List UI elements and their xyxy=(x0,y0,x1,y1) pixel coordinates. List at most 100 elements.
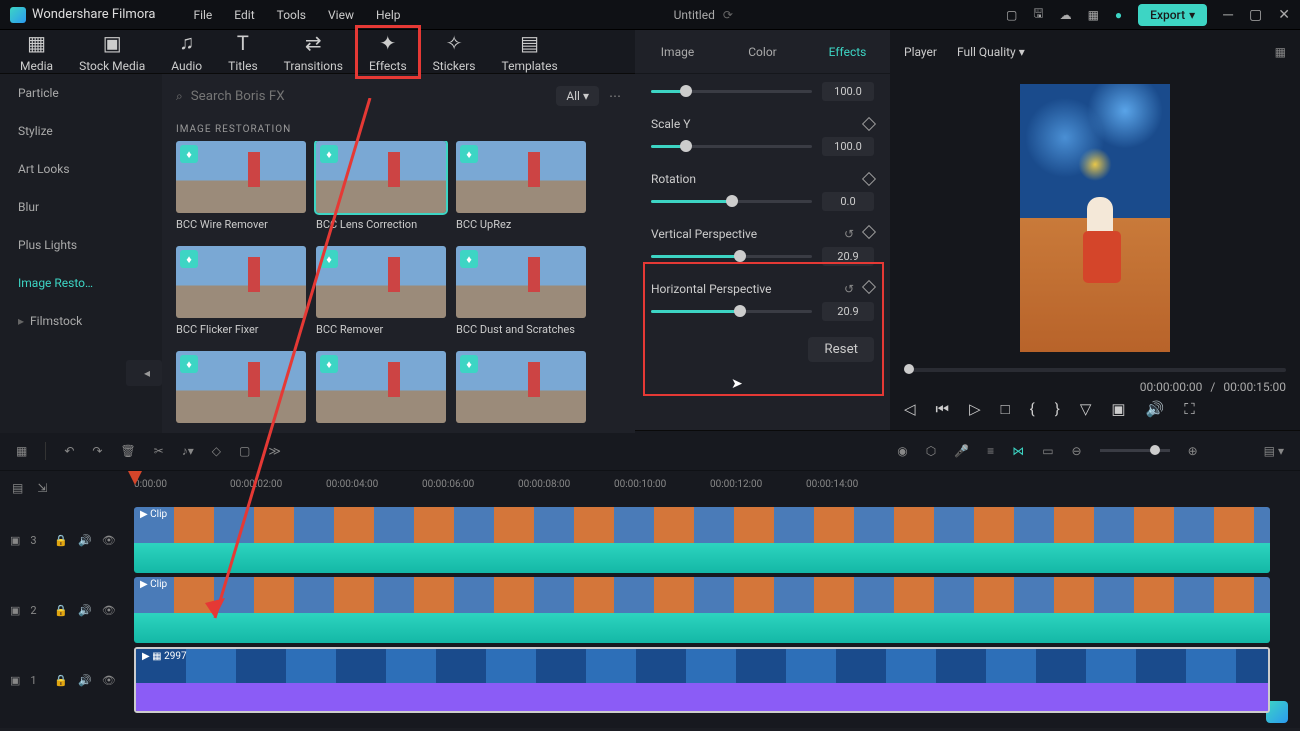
mute-icon[interactable]: 🔊 xyxy=(78,604,92,617)
shield-icon[interactable]: ⬡ xyxy=(926,444,936,458)
close-button[interactable]: ✕ xyxy=(1278,7,1290,23)
camera-icon[interactable]: ▣ xyxy=(1111,400,1125,418)
export-button[interactable]: Export ▾ xyxy=(1138,4,1207,26)
effect-card[interactable]: ♦ xyxy=(176,351,306,433)
keyframe-icon[interactable] xyxy=(862,117,876,131)
prop-value[interactable]: 100.0 xyxy=(822,137,874,156)
mic-icon[interactable]: 🎤 xyxy=(954,444,969,458)
sidebar-item-stylize[interactable]: Stylize xyxy=(0,112,162,150)
snapshot-icon[interactable]: ▦ xyxy=(1275,45,1286,59)
tag-icon[interactable]: ◇ xyxy=(212,444,221,458)
sidebar-collapse-button[interactable]: ◂ xyxy=(126,360,162,386)
menu-view[interactable]: View xyxy=(328,8,354,22)
lock-icon[interactable]: 🔒 xyxy=(54,604,68,617)
effect-card[interactable]: ♦BCC Wire Remover xyxy=(176,141,306,236)
menu-tools[interactable]: Tools xyxy=(277,8,306,22)
save-icon[interactable]: 🖫 xyxy=(1033,4,1043,25)
volume-icon[interactable]: 🔊 xyxy=(1146,400,1165,418)
more-icon[interactable]: ≫ xyxy=(268,444,281,458)
keyframe-icon[interactable] xyxy=(862,225,876,239)
mute-icon[interactable]: 🔊 xyxy=(78,534,92,547)
more-icon[interactable]: ⋯ xyxy=(609,89,621,103)
mark-in-button[interactable]: { xyxy=(1030,400,1035,418)
tool-transitions[interactable]: ⇄Transitions xyxy=(284,31,343,73)
playhead[interactable] xyxy=(134,471,136,728)
quality-dropdown[interactable]: Full Quality ▾ xyxy=(957,45,1025,59)
track-type-icon[interactable]: ▣ xyxy=(10,674,20,687)
apps-icon[interactable]: ▦ xyxy=(1088,8,1099,22)
step-back-button[interactable]: ⏮ xyxy=(936,400,950,418)
track-type-icon[interactable]: ▣ xyxy=(10,534,20,547)
visibility-icon[interactable]: 👁 xyxy=(102,604,116,617)
zoom-slider[interactable] xyxy=(1100,449,1170,452)
tool-stock-media[interactable]: ▣Stock Media xyxy=(79,31,145,73)
screen-icon[interactable]: ▢ xyxy=(1006,8,1017,22)
zoom-out-button[interactable]: ⊖ xyxy=(1072,444,1082,458)
target-icon[interactable]: ◉ xyxy=(897,444,907,458)
track-type-icon[interactable]: ▣ xyxy=(10,604,20,617)
redo-button[interactable]: ↷ xyxy=(92,444,102,458)
tracks-area[interactable]: ▶ Clip▶ Clip▶ ▦ 2997 xyxy=(134,505,1300,715)
progress-bar[interactable] xyxy=(904,368,1286,372)
timeline-clip[interactable]: ▶ ▦ 2997 xyxy=(134,647,1270,713)
crop-icon[interactable]: ▢ xyxy=(239,444,250,458)
cloud-icon[interactable]: ☁ xyxy=(1060,8,1072,22)
tracks-icon[interactable]: ▤ xyxy=(12,481,23,495)
list-icon[interactable]: ≡ xyxy=(987,444,994,458)
prop-slider[interactable] xyxy=(651,90,812,93)
prop-slider[interactable] xyxy=(651,255,812,258)
effect-card[interactable]: ♦BCC Dust and Scratches xyxy=(456,246,586,341)
delete-button[interactable]: 🗑 xyxy=(120,444,135,458)
tool-stickers[interactable]: ✧Stickers xyxy=(433,31,476,73)
sidebar-item-imageresto[interactable]: Image Resto… xyxy=(0,264,162,302)
stop-button[interactable]: □ xyxy=(1001,400,1010,418)
sidebar-filmstock[interactable]: ▸ Filmstock xyxy=(0,302,162,340)
tool-templates[interactable]: ▤Templates xyxy=(502,31,558,73)
effect-card[interactable]: ♦BCC Flicker Fixer xyxy=(176,246,306,341)
grid-icon[interactable]: ▦ xyxy=(16,444,27,458)
tab-effects[interactable]: Effects xyxy=(805,35,890,69)
tab-image[interactable]: Image xyxy=(635,35,720,69)
menu-file[interactable]: File xyxy=(193,8,212,22)
fullscreen-icon[interactable]: ⛶ xyxy=(1184,400,1195,418)
layout-icon[interactable]: ▤ ▾ xyxy=(1264,444,1284,458)
cut-button[interactable]: ✂ xyxy=(154,444,164,458)
effect-card[interactable]: ♦ xyxy=(456,351,586,433)
lock-icon[interactable]: 🔒 xyxy=(54,534,68,547)
effect-card[interactable]: ♦BCC Lens Correction xyxy=(316,141,446,236)
tool-media[interactable]: ▦Media xyxy=(20,31,53,73)
sync-icon[interactable]: ⟳ xyxy=(723,8,733,22)
mark-out-button[interactable]: } xyxy=(1055,400,1060,418)
preview-area[interactable] xyxy=(890,74,1300,362)
maximize-button[interactable]: ▢ xyxy=(1249,7,1262,23)
menu-help[interactable]: Help xyxy=(376,8,401,22)
tool-titles[interactable]: TTitles xyxy=(228,31,257,73)
prop-slider[interactable] xyxy=(651,200,812,203)
caption-icon[interactable]: ▭ xyxy=(1042,444,1053,458)
sidebar-item-particle[interactable]: Particle xyxy=(0,74,162,112)
lock-icon[interactable]: 🔒 xyxy=(54,674,68,687)
search-box[interactable]: ⌕ xyxy=(176,89,546,104)
prop-value[interactable]: 0.0 xyxy=(822,192,874,211)
effect-card[interactable]: ♦BCC UpRez xyxy=(456,141,586,236)
timeline-track[interactable]: ▶ Clip xyxy=(134,505,1300,575)
mic-icon[interactable]: ● xyxy=(1115,8,1122,22)
tool-effects[interactable]: ✦Effects xyxy=(369,31,407,73)
timeline-ruler[interactable]: 0:00:0000:00:02:0000:00:04:0000:00:06:00… xyxy=(134,471,1300,505)
menu-edit[interactable]: Edit xyxy=(234,8,254,22)
timeline-clip[interactable]: ▶ Clip xyxy=(134,507,1270,573)
minimize-button[interactable]: ─ xyxy=(1223,6,1233,23)
timeline-track[interactable]: ▶ ▦ 2997 xyxy=(134,645,1300,715)
effect-card[interactable]: ♦BCC Remover xyxy=(316,246,446,341)
prop-slider[interactable] xyxy=(651,145,812,148)
prop-value[interactable]: 100.0 xyxy=(822,82,874,101)
search-input[interactable] xyxy=(191,89,547,104)
link-icon[interactable]: ⋈ xyxy=(1012,444,1024,458)
timeline-clip[interactable]: ▶ Clip xyxy=(134,577,1270,643)
prev-frame-button[interactable]: ◁ xyxy=(904,400,916,418)
filter-dropdown[interactable]: All ▾ xyxy=(556,86,599,106)
zoom-in-button[interactable]: ⊕ xyxy=(1188,444,1198,458)
sidebar-item-artlooks[interactable]: Art Looks xyxy=(0,150,162,188)
sidebar-item-pluslights[interactable]: Plus Lights xyxy=(0,226,162,264)
timeline-track[interactable]: ▶ Clip xyxy=(134,575,1300,645)
